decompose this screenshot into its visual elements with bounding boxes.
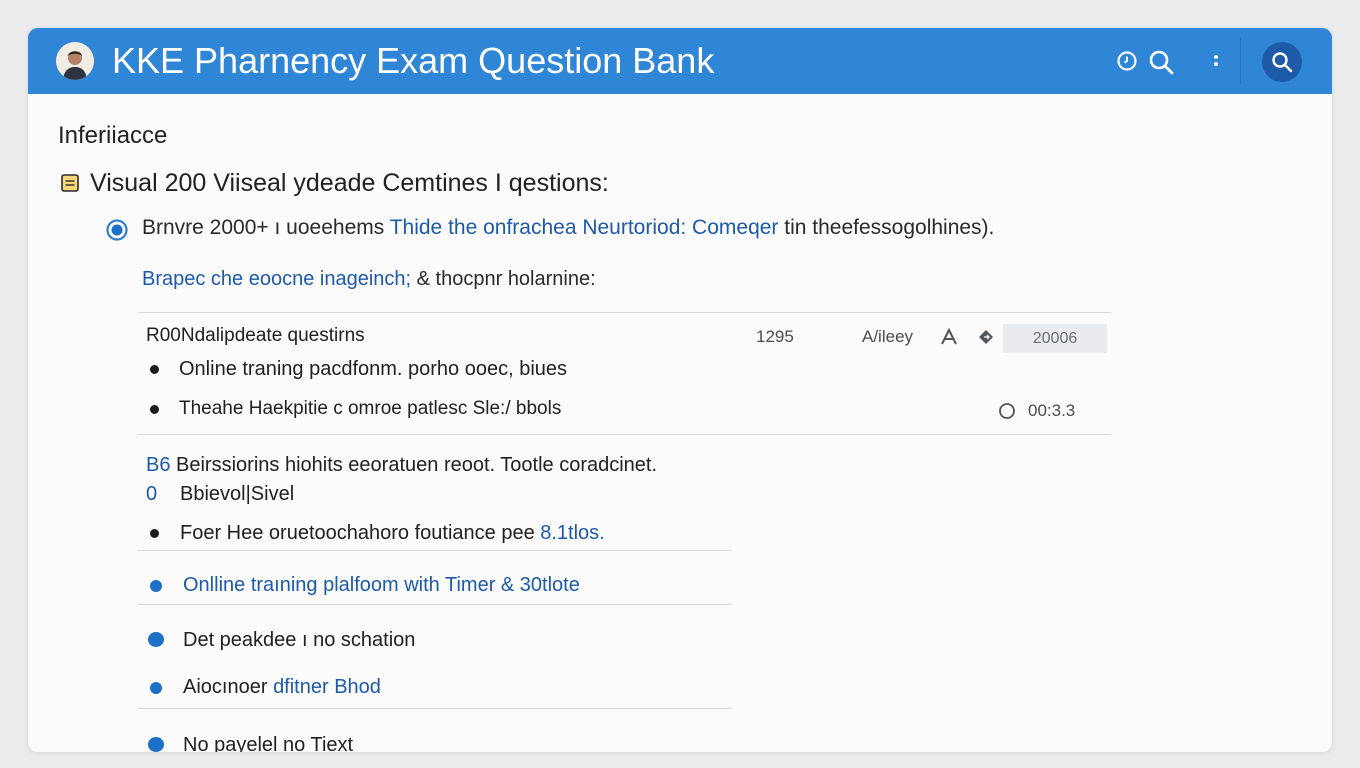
bullet-icon: [150, 405, 159, 414]
question-row-title[interactable]: R00Ndalipdeate questirns: [146, 325, 365, 347]
divider: [138, 604, 732, 605]
kebab-menu-icon[interactable]: [1212, 50, 1220, 72]
title-bar: KKE Pharnency Exam Question Bank: [28, 28, 1332, 94]
avatar[interactable]: [56, 42, 94, 80]
detail-line: 0 Bbievol|Sivel: [146, 483, 294, 506]
list-bullet-icon: [150, 682, 162, 694]
info-link[interactable]: Thide the onfrachea Neurtoriod: Comeqer: [390, 216, 779, 239]
detail-text: Beirssiorins hiohits eeoratuen reoot. To…: [170, 454, 658, 476]
browse-rest: & thocpnr holarnine:: [411, 268, 596, 290]
app-window: KKE Pharnency Exam Question Bank Inferii…: [28, 28, 1332, 752]
detail-line: B6 Beirssiorins hiohits eeoratuen reoot.…: [146, 454, 657, 477]
note-icon: [61, 174, 79, 192]
divider: [138, 434, 1111, 435]
header-divider: [1240, 38, 1241, 84]
question-count: 1295: [756, 327, 794, 346]
list-bullet-icon: [150, 580, 162, 592]
subheading: Visual 200 Viiseal ydeade Cemtines I qes…: [90, 169, 609, 197]
list-item[interactable]: Det peakdee ı no schation: [183, 629, 415, 652]
circle-status-icon[interactable]: [998, 402, 1016, 420]
divider: [138, 312, 1111, 313]
divider: [138, 708, 732, 709]
status-badge[interactable]: 20006: [1003, 324, 1107, 353]
browse-line: Brapec che eoocne inageinch; & thocpnr h…: [142, 268, 596, 291]
question-bullet: Online traning pacdfonm. porho ooec, biu…: [179, 358, 568, 380]
divider: [138, 550, 732, 551]
search-button[interactable]: [1262, 42, 1302, 82]
list-item[interactable]: Aiocınoer dfitner Bhod: [183, 676, 381, 699]
info-tail: tin theefessogolhines).: [778, 216, 995, 239]
bullet-icon: [150, 529, 159, 538]
detail-text: Foer Hee oruetoochahoro foutiance pee: [180, 522, 541, 544]
search-icon[interactable]: [1147, 48, 1175, 76]
browse-link[interactable]: Brapec che eoocne inageinch;: [142, 268, 411, 290]
section-title: Inferiiacce: [58, 122, 168, 149]
list-item-text: Aiocınoer: [183, 676, 274, 698]
radio-selected-icon[interactable]: [106, 219, 128, 241]
info-line: Brnvre 2000+ ı uoeehems Thide the onfrac…: [142, 216, 994, 240]
detail-line: Foer Hee oruetoochahoro foutiance pee 8.…: [180, 522, 605, 545]
clock-icon[interactable]: [1116, 50, 1138, 72]
list-item[interactable]: Onlline traıning plalfoom with Timer & 3…: [183, 574, 580, 597]
question-author: A/ileey: [862, 327, 914, 346]
info-text: Brnvre 2000+ ı uoeehems: [142, 216, 390, 239]
font-a-icon[interactable]: [940, 328, 958, 346]
detail-prefix: 0: [146, 483, 158, 505]
detail-text: Bbievol|Sivel: [180, 483, 295, 505]
list-item-link[interactable]: dfitner Bhod: [273, 676, 381, 698]
app-title: KKE Pharnency Exam Question Bank: [112, 40, 715, 81]
detail-prefix: B6: [146, 454, 171, 476]
diamond-arrow-icon[interactable]: [978, 329, 994, 345]
question-bullet: Theahe Haekpitie c omroe patlesc Sle:/ b…: [179, 398, 562, 419]
detail-link[interactable]: 8.1tlos.: [540, 522, 604, 544]
bullet-icon: [150, 365, 159, 374]
list-bullet-icon: [148, 737, 164, 752]
list-bullet-icon: [148, 632, 164, 647]
list-item[interactable]: No payelel no Tiext: [183, 734, 353, 752]
question-time: 00:3.3: [1028, 401, 1076, 420]
search-button-icon: [1272, 52, 1293, 73]
